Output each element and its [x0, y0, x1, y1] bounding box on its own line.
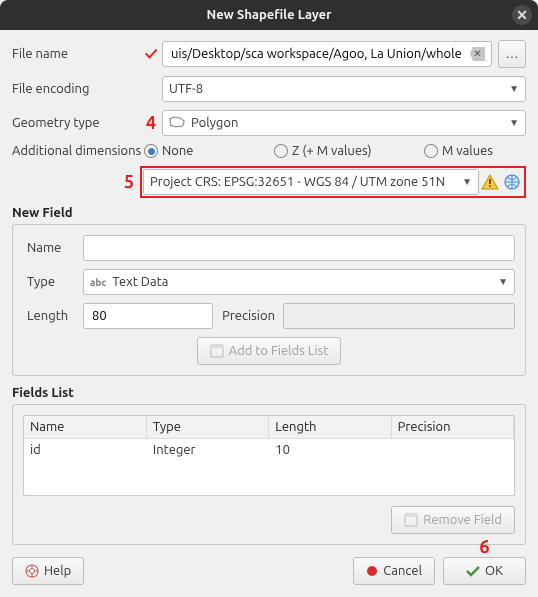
crs-select[interactable]: Project CRS: EPSG:32651 - WGS 84 / UTM z… [143, 169, 479, 195]
row-geometry-type: Geometry type 4 Polygon ▼ [12, 110, 526, 136]
ok-icon [466, 565, 480, 577]
remove-field-label: Remove Field [423, 513, 502, 527]
cell-type: Integer [146, 439, 268, 462]
warning-icon [479, 172, 501, 192]
row-file-encoding: File encoding UTF-8 ▼ [12, 76, 526, 102]
dialog-body: File name ✓ ✕ … File encoding UTF-8 ▼ Ge… [0, 30, 538, 597]
label-file-encoding: File encoding [12, 82, 140, 96]
cancel-label: Cancel [383, 564, 422, 578]
label-name: Name [23, 241, 83, 255]
geometry-type-value: Polygon [191, 116, 238, 130]
new-field-precision-input [290, 308, 508, 324]
fields-table[interactable]: Name Type Length Precision id Integer 10 [23, 415, 515, 496]
window-title: New Shapefile Layer [207, 8, 332, 22]
file-encoding-value: UTF-8 [169, 82, 203, 96]
remove-field-icon [404, 513, 418, 527]
fieldset-new-field: Name Type abc Text Data ▼ Length Precisi… [12, 224, 526, 376]
browse-button[interactable]: … [498, 40, 526, 68]
ok-label: OK [485, 564, 503, 578]
chevron-down-icon: ▼ [509, 83, 519, 95]
fieldset-fields-list: Name Type Length Precision id Integer 10 [12, 404, 526, 545]
cell-name: id [24, 439, 146, 462]
type-prefix: abc [90, 277, 106, 288]
row-file-name: File name ✓ ✕ … [12, 40, 526, 68]
radio-z-label: Z (+ M values) [292, 144, 372, 158]
ok-button[interactable]: OK [443, 557, 526, 585]
col-name[interactable]: Name [24, 416, 146, 439]
table-row[interactable]: id Integer 10 [24, 439, 514, 462]
annotation-6: 6 [479, 537, 489, 557]
remove-field-button[interactable]: Remove Field [391, 506, 515, 534]
col-type[interactable]: Type [146, 416, 268, 439]
row-crs: 5 Project CRS: EPSG:32651 - WGS 84 / UTM… [12, 166, 526, 198]
file-encoding-select[interactable]: UTF-8 ▼ [162, 76, 526, 102]
add-to-fields-button[interactable]: Add to Fields List [197, 337, 342, 365]
annotation-check: ✓ [140, 44, 162, 64]
add-to-fields-label: Add to Fields List [229, 344, 329, 358]
row-additional-dimensions: Additional dimensions None Z (+ M values… [12, 144, 526, 158]
file-name-input-wrap: ✕ [162, 41, 492, 67]
radio-z[interactable] [274, 144, 288, 158]
label-additional-dimensions: Additional dimensions [12, 144, 144, 158]
label-length: Length [23, 309, 83, 323]
help-label: Help [44, 564, 71, 578]
col-length[interactable]: Length [269, 416, 391, 439]
radio-none-label: None [162, 144, 194, 158]
polygon-icon [169, 116, 185, 131]
new-field-type-select[interactable]: abc Text Data ▼ [83, 269, 515, 295]
chevron-down-icon: ▼ [509, 117, 519, 129]
clear-file-name-icon[interactable]: ✕ [470, 47, 485, 61]
new-field-type-value: Text Data [112, 275, 168, 289]
ellipsis-icon: … [506, 47, 519, 61]
new-field-name-input[interactable] [90, 240, 508, 256]
crs-value: Project CRS: EPSG:32651 - WGS 84 / UTM z… [150, 175, 445, 189]
col-precision[interactable]: Precision [391, 416, 513, 439]
cell-precision [391, 439, 513, 462]
help-icon [25, 564, 39, 578]
file-name-input[interactable] [169, 46, 466, 62]
dialog-footer: Help Cancel 6 OK [12, 557, 526, 585]
label-file-name: File name [12, 47, 140, 61]
cancel-button[interactable]: Cancel [353, 557, 435, 585]
titlebar: New Shapefile Layer ✕ [0, 0, 538, 30]
radio-m[interactable] [424, 144, 438, 158]
label-precision: Precision [213, 309, 283, 323]
radio-none[interactable] [144, 144, 158, 158]
annotation-5: 5 [118, 172, 140, 192]
close-icon[interactable]: ✕ [512, 5, 532, 25]
crs-picker-button[interactable] [501, 172, 523, 192]
label-geometry-type: Geometry type [12, 116, 140, 130]
cell-length: 10 [269, 439, 391, 462]
help-button[interactable]: Help [12, 557, 84, 585]
annotation-4: 4 [140, 113, 162, 133]
geometry-type-select[interactable]: Polygon ▼ [162, 110, 526, 136]
radio-m-label: M values [442, 144, 493, 158]
cancel-icon [366, 565, 378, 577]
chevron-down-icon: ▼ [498, 276, 508, 288]
chevron-down-icon: ▼ [462, 176, 472, 188]
label-new-field: New Field [12, 206, 526, 220]
label-type: Type [23, 275, 83, 289]
new-field-length-input[interactable] [90, 308, 206, 324]
label-fields-list: Fields List [12, 386, 526, 400]
add-field-icon [210, 344, 224, 358]
